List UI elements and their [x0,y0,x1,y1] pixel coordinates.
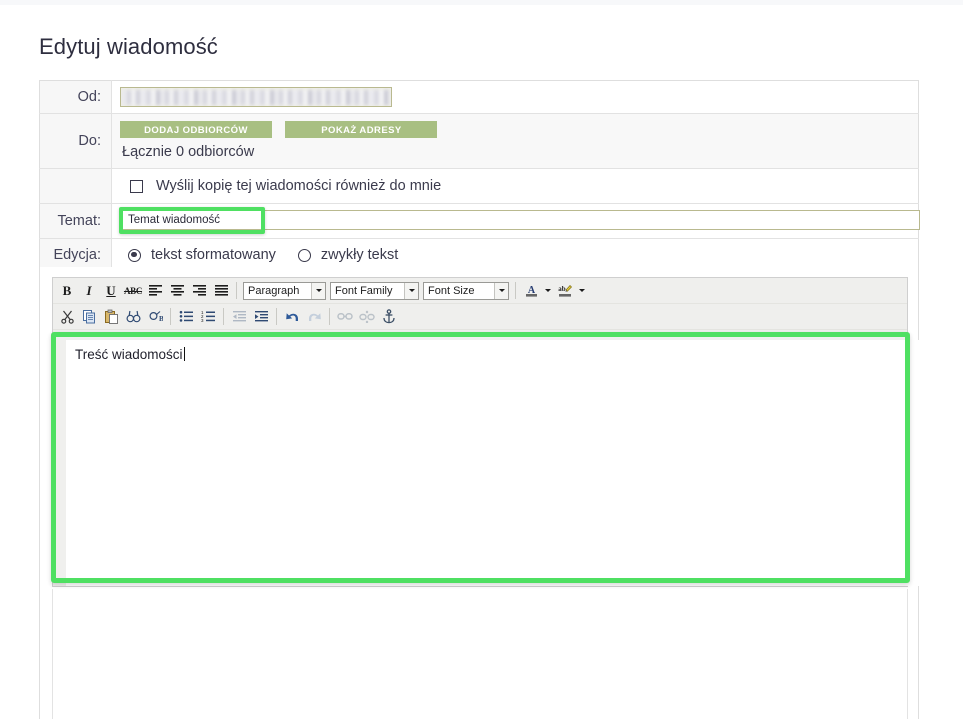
paste-icon[interactable] [100,306,122,327]
page-root: Edytuj wiadomość Od: Do: DODAJ ODBIORCÓW… [0,0,963,719]
radio-rich-text-label: tekst sformatowany [151,247,276,263]
toolbar-separator [276,308,277,325]
chevron-down-icon[interactable] [542,280,554,301]
radio-plain-text[interactable] [297,248,311,262]
editor-shell: B I U ABC Paragraph Font Family Font Siz… [39,267,920,719]
paragraph-format-value: Paragraph [248,284,300,297]
italic-icon[interactable]: I [78,280,100,301]
editor-body-text-wrap: Treść wiadomości [75,347,185,362]
recipients-count: Łącznie 0 odbiorców [122,144,255,160]
chevron-down-icon[interactable] [576,280,588,301]
undo-icon[interactable] [281,306,303,327]
editor-body[interactable]: Treść wiadomości [66,340,920,586]
align-justify-icon[interactable] [210,280,232,301]
toolbar-separator [329,308,330,325]
font-family-value: Font Family [335,284,393,297]
paragraph-format-select[interactable]: Paragraph [243,281,326,300]
redo-icon[interactable] [303,306,325,327]
copy-to-me-cell: Wyślij kopię tej wiadomości również do m… [111,168,919,204]
align-center-icon[interactable] [166,280,188,301]
copy-to-me-label-cell [39,168,112,204]
svg-text:3: 3 [201,318,204,323]
text-color-icon[interactable]: A [520,280,542,301]
rich-text-editor: B I U ABC Paragraph Font Family Font Siz… [52,277,920,587]
from-field-cell [111,80,919,114]
page-title: Edytuj wiadomość [39,34,218,59]
radio-plain-text-label: zwykły tekst [320,247,399,263]
form-row-from: Od: [39,80,919,114]
font-size-select[interactable]: Font Size [423,281,509,300]
chevron-down-icon[interactable] [311,282,325,299]
subject-label: Temat: [39,203,112,239]
form-row-to: Do: DODAJ ODBIORCÓW POKAŻ ADRESY Łącznie… [39,113,919,169]
bullet-list-icon[interactable] [175,306,197,327]
numbered-list-icon[interactable]: 123 [197,306,219,327]
form-row-copy-to-me: Wyślij kopię tej wiadomości również do m… [39,168,919,204]
message-form-table: Od: Do: DODAJ ODBIORCÓW POKAŻ ADRESY Łąc… [39,80,920,272]
show-addresses-button[interactable]: POKAŻ ADRESY [285,121,438,139]
cut-icon[interactable] [56,306,78,327]
chevron-down-icon[interactable] [494,282,508,299]
subject-cell [111,203,920,239]
redacted-email-icon [122,90,390,105]
bold-icon[interactable]: B [56,280,78,301]
form-row-subject: Temat: [39,203,920,239]
link-icon[interactable] [334,306,356,327]
align-left-icon[interactable] [144,280,166,301]
editor-toolbar-row-2: B 123 [53,304,907,330]
font-family-select[interactable]: Font Family [330,281,419,300]
toolbar-separator [236,282,237,299]
underline-icon[interactable]: U [100,280,122,301]
editor-lower-pane [52,589,908,719]
from-input[interactable] [120,87,392,107]
align-right-icon[interactable] [188,280,210,301]
font-size-value: Font Size [428,284,475,297]
toolbar-separator [515,282,516,299]
chevron-down-icon[interactable] [404,282,418,299]
toolbar-separator [223,308,224,325]
copy-to-me-label: Wyślij kopię tej wiadomości również do m… [156,178,442,194]
to-field-cell: DODAJ ODBIORCÓW POKAŻ ADRESY Łącznie 0 o… [111,113,919,169]
subject-input[interactable] [122,210,920,230]
radio-rich-text[interactable] [128,248,141,262]
strikethrough-icon[interactable]: ABC [122,280,144,301]
highlight-color-icon[interactable]: ab [554,280,576,301]
add-recipients-button[interactable]: DODAJ ODBIORCÓW [120,121,272,139]
find-replace-icon[interactable]: B [144,306,166,327]
editor-toolbar-row-1: B I U ABC Paragraph Font Family Font Siz… [53,278,907,304]
copy-icon[interactable] [78,306,100,327]
find-icon[interactable] [122,306,144,327]
svg-text:B: B [159,315,163,323]
unlink-icon[interactable] [356,306,378,327]
top-strip [0,0,963,5]
from-label: Od: [39,80,112,114]
outdent-icon[interactable] [228,306,250,327]
svg-text:ab: ab [558,285,566,293]
to-label: Do: [39,113,112,169]
recipient-buttons: DODAJ ODBIORCÓW POKAŻ ADRESY [120,121,910,139]
copy-to-me-checkbox[interactable] [130,179,143,193]
indent-icon[interactable] [250,306,272,327]
text-cursor [183,347,185,361]
editor-body-text: Treść wiadomości [75,347,183,362]
anchor-icon[interactable] [378,306,400,327]
toolbar-separator [170,308,171,325]
